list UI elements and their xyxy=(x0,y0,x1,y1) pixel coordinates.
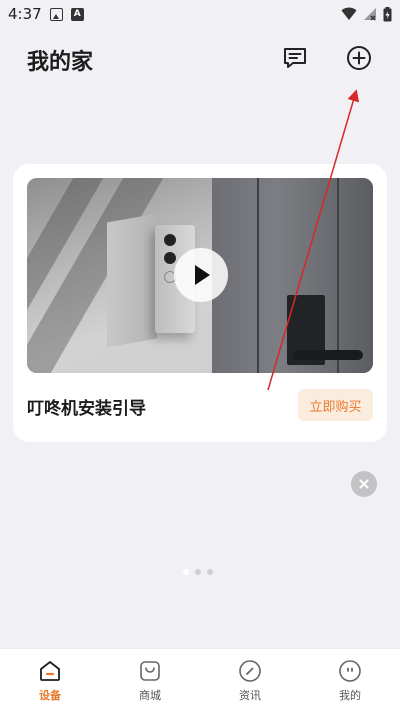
gallery-icon xyxy=(49,7,63,21)
lock-handle xyxy=(293,350,363,360)
nav-item-news[interactable]: 资讯 xyxy=(200,649,300,711)
bottom-nav: 设备 商城 资讯 我的 xyxy=(0,648,400,711)
shop-bag-icon xyxy=(140,661,160,681)
message-icon xyxy=(284,48,306,68)
add-circle-icon xyxy=(347,46,371,70)
message-button[interactable] xyxy=(281,44,309,72)
signal-icon xyxy=(364,8,376,21)
a-notification-icon: A xyxy=(70,7,84,21)
nav-item-shop[interactable]: 商城 xyxy=(100,649,200,711)
nav-label: 商城 xyxy=(139,689,161,702)
pager-dot xyxy=(195,569,201,575)
camera-lens xyxy=(164,252,176,264)
profile-icon xyxy=(339,660,361,682)
install-guide-card[interactable]: 叮咚机安装引导 立即购买 xyxy=(13,164,387,442)
card-title: 叮咚机安装引导 xyxy=(27,399,146,419)
play-icon[interactable] xyxy=(174,248,228,302)
home-icon xyxy=(40,661,60,681)
add-device-button[interactable] xyxy=(345,44,373,72)
pager-dots xyxy=(183,569,213,575)
camera-lens xyxy=(164,234,176,246)
pager-dot xyxy=(183,569,189,575)
intercom-side xyxy=(107,213,157,348)
video-door-line xyxy=(337,178,339,373)
guide-video[interactable] xyxy=(27,178,373,373)
nav-label: 设备 xyxy=(39,689,61,702)
wifi-icon xyxy=(341,7,357,20)
pager-dot xyxy=(207,569,213,575)
page-title: 我的家 xyxy=(27,50,94,75)
nav-label: 我的 xyxy=(339,689,361,702)
video-door-line xyxy=(257,178,259,373)
nav-item-profile[interactable]: 我的 xyxy=(300,649,400,711)
compass-icon xyxy=(239,660,261,682)
status-time: 4:37 xyxy=(8,5,42,23)
battery-icon xyxy=(383,6,392,21)
nav-label: 资讯 xyxy=(239,689,261,702)
close-icon[interactable] xyxy=(351,471,377,497)
header: 我的家 xyxy=(0,40,400,80)
nav-item-devices[interactable]: 设备 xyxy=(0,649,100,711)
buy-now-button[interactable]: 立即购买 xyxy=(298,389,373,421)
status-bar: 4:37 A xyxy=(0,0,400,28)
